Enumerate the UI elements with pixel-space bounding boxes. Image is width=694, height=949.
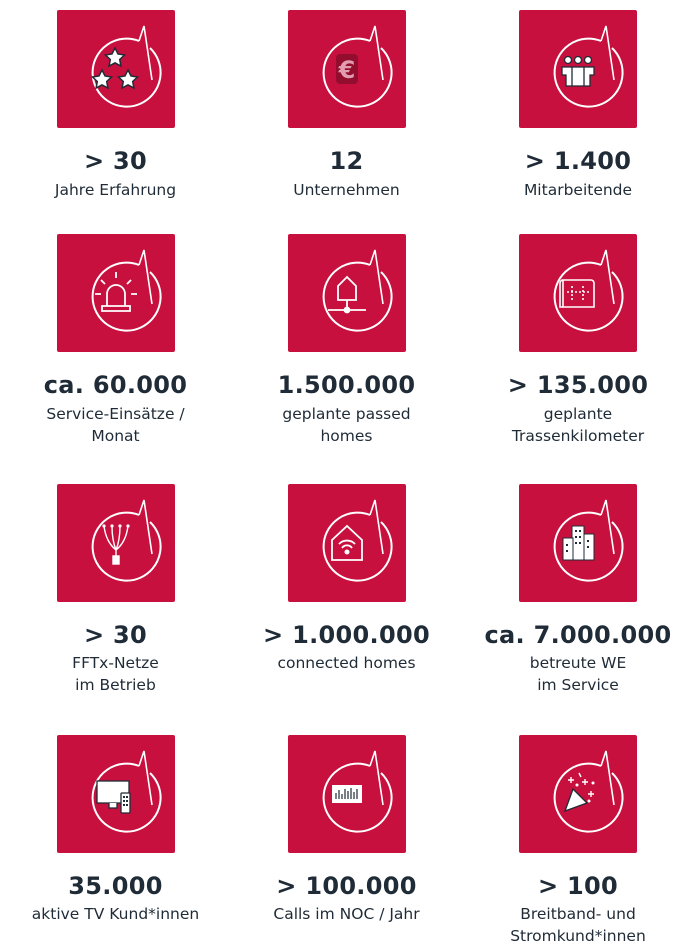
tv-remote-icon [56, 735, 175, 853]
stat-noc-calls: > 100.000 Calls im NOC / Jahr [231, 725, 462, 949]
stat-service: ca. 60.000 Service-Einsätze / Monat [0, 225, 231, 475]
stat-value: 12 [329, 147, 364, 175]
server-icon [287, 735, 406, 853]
stat-route-km: > 135.000 geplante Trassenkilometer [462, 225, 694, 475]
stat-connected-homes: > 1.000.000 connected homes [231, 475, 462, 725]
fiber-icon [56, 484, 175, 602]
stat-customers: > 100 Breitband- und Stromkund*innen [462, 725, 694, 949]
stat-value: > 135.000 [507, 371, 649, 399]
stat-label: Service-Einsätze / Monat [46, 405, 185, 445]
stat-value: > 100 [537, 872, 619, 900]
stars-icon [56, 10, 175, 128]
stat-companies: € 12 Unternehmen [231, 0, 462, 225]
stat-value: 1.500.000 [277, 371, 416, 399]
stat-value: ca. 60.000 [43, 371, 188, 399]
map-plan-icon [519, 234, 637, 352]
stat-experience: > 30 Jahre Erfahrung [0, 0, 231, 225]
stat-label: Jahre Erfahrung [54, 181, 177, 199]
stat-value: ca. 7.000.000 [484, 621, 672, 649]
stat-value: 35.000 [68, 872, 163, 900]
team-icon [519, 10, 637, 128]
stat-fttx: > 30 FFTx-Netze im Betrieb [0, 475, 231, 725]
stat-label: FFTx-Netze im Betrieb [72, 654, 159, 694]
stat-value: > 1.000.000 [263, 621, 430, 649]
stat-tv: 35.000 aktive TV Kund*innen [0, 725, 231, 949]
stat-label: connected homes [277, 654, 416, 672]
stat-label: Calls im NOC / Jahr [273, 905, 420, 923]
stat-employees: > 1.400 Mitarbeitende [462, 0, 694, 225]
house-connection-icon [287, 234, 406, 352]
wifi-house-icon [287, 484, 406, 602]
svg-text:€: € [337, 56, 355, 84]
buildings-icon [519, 484, 637, 602]
stat-value: > 30 [83, 147, 148, 175]
stat-passed-homes: 1.500.000 geplante passed homes [231, 225, 462, 475]
stat-value: > 30 [83, 621, 148, 649]
stat-label: betreute WE im Service [529, 654, 627, 694]
siren-icon [56, 234, 175, 352]
party-popper-icon [519, 735, 637, 853]
stat-units: ca. 7.000.000 betreute WE im Service [462, 475, 694, 725]
stat-label: aktive TV Kund*innen [31, 905, 200, 923]
stat-label: Unternehmen [293, 181, 400, 199]
stat-label: Breitband- und Stromkund*innen [510, 905, 646, 945]
euro-icon: € [287, 10, 406, 128]
stat-value: > 1.400 [524, 147, 632, 175]
stat-value: > 100.000 [276, 872, 417, 900]
stat-label: geplante passed homes [282, 405, 411, 445]
stat-label: Mitarbeitende [523, 181, 633, 199]
stats-grid: > 30 Jahre Erfahrung € 12 Unternehmen > … [0, 0, 694, 949]
stat-label: geplante Trassenkilometer [511, 405, 645, 445]
